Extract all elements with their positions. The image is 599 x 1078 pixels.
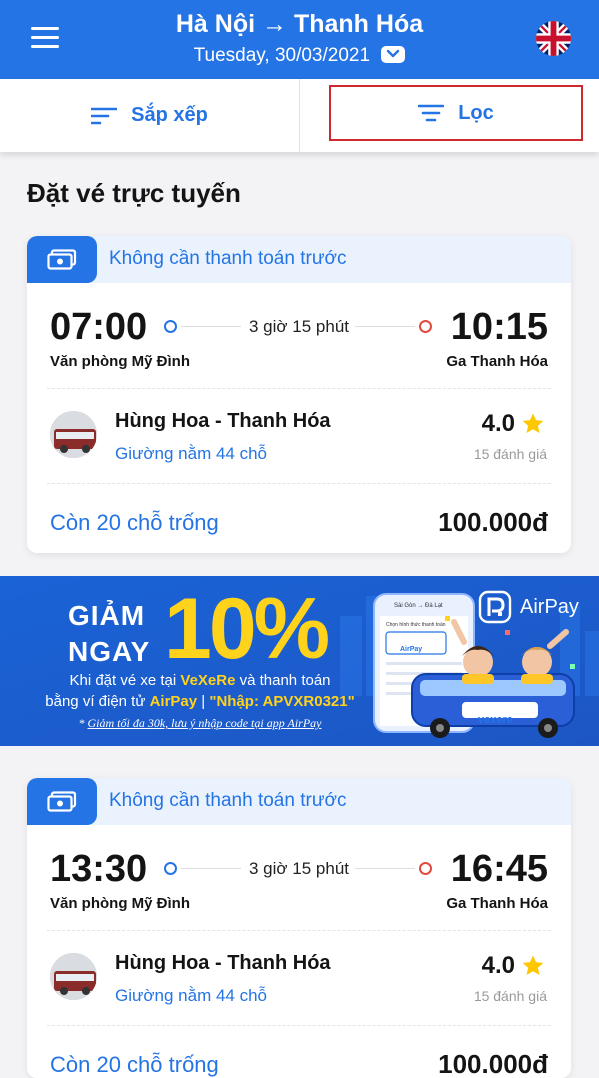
divider — [47, 930, 551, 931]
sort-filter-bar: Sắp xếp Lọc — [0, 79, 599, 152]
promo-line-1: Khi đặt vé xe tại VeXeRe và thanh toán — [0, 672, 400, 689]
rating: 4.0 — [482, 410, 545, 438]
seats-available: Còn 20 chỗ trống — [50, 510, 219, 535]
airpay-icon — [478, 590, 512, 624]
departure-time: 07:00 — [50, 306, 148, 348]
promo-footnote: * Giảm tối đa 30k, lưu ý nhập code tại a… — [0, 716, 400, 731]
divider — [47, 483, 551, 484]
sort-lines-icon — [91, 107, 118, 124]
destination-city: Thanh Hóa — [293, 10, 424, 38]
filter-button[interactable]: Lọc — [329, 85, 583, 141]
phone-title: Sài Gòn → Đà Lạt — [394, 603, 443, 609]
airpay-label: AirPay — [520, 595, 579, 618]
trip-duration: 3 giờ 15 phút — [249, 859, 349, 878]
sort-label: Sắp xếp — [131, 104, 208, 126]
departure-dot-icon — [164, 320, 177, 333]
review-count: 15 đánh giá — [473, 988, 547, 1004]
cash-icon — [27, 236, 97, 283]
operator-avatar — [50, 411, 97, 458]
departure-dot-icon — [164, 862, 177, 875]
arrival-station: Ga Thanh Hóa — [446, 353, 548, 370]
operator-avatar — [50, 953, 97, 1000]
departure-time: 13:30 — [50, 848, 148, 890]
travel-date: Tuesday, 30/03/2021 — [193, 45, 371, 66]
airpay-logo: AirPay — [478, 590, 579, 624]
divider — [47, 388, 551, 389]
payment-note-bar: Không cần thanh toán trước — [27, 236, 571, 283]
star-icon — [522, 413, 544, 433]
sort-button[interactable]: Sắp xếp — [0, 79, 299, 152]
departure-station: Văn phòng Mỹ Đình — [50, 895, 190, 912]
arrival-dot-icon — [419, 862, 432, 875]
airpay-promo-banner[interactable]: GIẢM NGAY 10% Khi đặt vé xe tại VeXeRe v… — [0, 576, 599, 746]
rating-value: 4.0 — [481, 410, 515, 437]
route-line — [355, 868, 415, 869]
promo-text: Khi đặt vé xe tại — [69, 672, 181, 689]
origin-city: Hà Nội — [175, 10, 256, 38]
operator-name: Hùng Hoa - Thanh Hóa — [115, 410, 331, 432]
review-count: 15 đánh giá — [473, 446, 547, 462]
bus-type: Giường nằm 44 chỗ — [115, 986, 267, 1005]
divider — [47, 1025, 551, 1026]
arrival-time: 10:15 — [450, 306, 548, 348]
filter-label: Lọc — [458, 101, 494, 124]
arrival-time: 16:45 — [450, 848, 548, 890]
departure-station: Văn phòng Mỹ Đình — [50, 353, 190, 370]
star-icon — [522, 955, 544, 975]
payment-note: Không cần thanh toán trước — [109, 248, 347, 269]
trip-card[interactable]: Không cần thanh toán trước 13:30 3 giờ 1… — [27, 778, 571, 1078]
vexere-label: vexere — [478, 714, 513, 726]
toolbar-divider — [299, 79, 300, 152]
ticket-price: 100.000đ — [438, 1049, 548, 1078]
trip-duration: 3 giờ 15 phút — [249, 317, 349, 336]
section-title: Đặt vé trực tuyến — [27, 178, 241, 208]
arrival-dot-icon — [419, 320, 432, 333]
promo-word-ngay: NGAY — [68, 636, 151, 667]
promo-text: bằng ví điện tử — [45, 693, 150, 710]
uk-flag-icon[interactable] — [536, 21, 571, 56]
promo-text: và thanh toán — [235, 672, 331, 689]
payment-note: Không cần thanh toán trước — [109, 790, 347, 811]
ticket-price: 100.000đ — [438, 507, 548, 537]
promo-brand: VeXeRe — [180, 672, 236, 689]
app-header: Hà Nội → Thanh Hóa Tuesday, 30/03/2021 — [0, 0, 599, 79]
date-selector[interactable]: Tuesday, 30/03/2021 — [0, 45, 599, 67]
route-arrow: → — [262, 10, 287, 38]
phone-airpay: AirPay — [400, 646, 423, 653]
promo-brand: AirPay — [149, 693, 198, 710]
promo-text: | — [197, 693, 210, 710]
seats-available: Còn 20 chỗ trống — [50, 1052, 219, 1077]
promo-word-giam: GIẢM — [68, 600, 146, 631]
promo-note: Giảm tối đa 30k, lưu ý nhập code tại app… — [87, 716, 322, 730]
promo-line-2: bằng ví điện tử AirPay | "Nhập: APVXR032… — [0, 693, 400, 710]
promo-percent: 10% — [164, 581, 330, 677]
route-line — [355, 326, 415, 327]
chevron-down-icon — [381, 46, 406, 63]
promo-headline: GIẢM NGAY — [68, 598, 150, 670]
promo-code: "Nhập: APVXR0321" — [209, 693, 355, 710]
payment-note-bar: Không cần thanh toán trước — [27, 778, 571, 825]
phone-heading: Chọn hình thức thanh toán — [386, 622, 446, 628]
rating: 4.0 — [482, 952, 545, 980]
route-title: Hà Nội → Thanh Hóa — [0, 10, 599, 39]
cash-icon — [27, 778, 97, 825]
rating-value: 4.0 — [481, 952, 515, 979]
arrival-station: Ga Thanh Hóa — [446, 895, 548, 912]
bus-type: Giường nằm 44 chỗ — [115, 444, 267, 463]
operator-name: Hùng Hoa - Thanh Hóa — [115, 952, 331, 974]
trip-card[interactable]: Không cần thanh toán trước 07:00 3 giờ 1… — [27, 236, 571, 553]
filter-lines-icon — [418, 104, 445, 122]
promo-asterisk: * — [78, 716, 88, 730]
